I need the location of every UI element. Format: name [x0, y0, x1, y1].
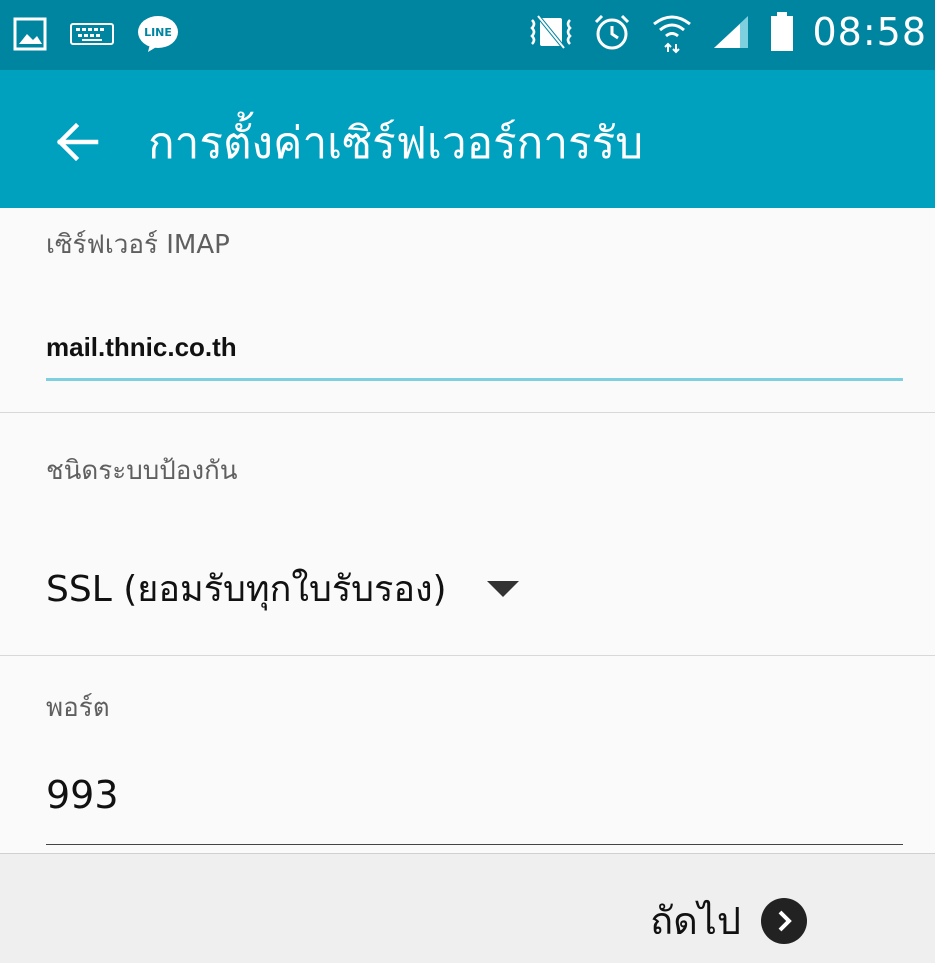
- image-icon: [12, 16, 48, 52]
- status-bar: LINE 08:58: [0, 0, 935, 70]
- signal-icon: [712, 14, 752, 50]
- battery-icon: [770, 12, 794, 52]
- imap-server-section: เซิร์ฟเวอร์ IMAP mail.thnic.co.th: [0, 208, 935, 413]
- next-button[interactable]: ถัดไป: [650, 890, 807, 951]
- port-input[interactable]: 993: [46, 773, 903, 825]
- system-icons: 08:58: [528, 10, 927, 54]
- clock: 08:58: [812, 10, 927, 54]
- bottom-bar: ถัดไป: [0, 853, 935, 963]
- port-underline: [46, 844, 903, 845]
- alarm-icon: [592, 12, 632, 52]
- line-app-icon: LINE: [136, 14, 180, 54]
- security-type-label: ชนิดระบบป้องกัน: [46, 456, 238, 486]
- keyboard-icon: [70, 20, 114, 48]
- port-label: พอร์ต: [46, 693, 110, 723]
- settings-form: เซิร์ฟเวอร์ IMAP mail.thnic.co.th ชนิดระ…: [0, 208, 935, 853]
- security-type-value: SSL (ยอมรับทุกใบรับรอง): [46, 569, 447, 610]
- security-type-dropdown[interactable]: SSL (ยอมรับทุกใบรับรอง): [46, 560, 519, 617]
- imap-server-label: เซิร์ฟเวอร์ IMAP: [46, 230, 230, 260]
- imap-server-input[interactable]: mail.thnic.co.th: [46, 332, 903, 376]
- chevron-right-circle-icon: [761, 897, 807, 944]
- triangle-down-icon: [486, 580, 519, 597]
- back-button[interactable]: [50, 114, 106, 170]
- svg-text:LINE: LINE: [144, 26, 172, 39]
- vibrate-icon: [528, 12, 574, 52]
- next-label: ถัดไป: [650, 899, 741, 943]
- notification-icons: LINE: [12, 14, 180, 54]
- arrow-left-icon: [56, 122, 99, 162]
- page-title: การตั้งค่าเซิร์ฟเวอร์การรับ: [148, 118, 644, 169]
- security-type-section: ชนิดระบบป้องกัน SSL (ยอมรับทุกใบรับรอง): [0, 412, 935, 656]
- port-section: พอร์ต 993: [0, 655, 935, 853]
- imap-server-underline: [46, 378, 903, 381]
- app-bar: การตั้งค่าเซิร์ฟเวอร์การรับ: [0, 70, 935, 208]
- wifi-icon: [650, 10, 694, 54]
